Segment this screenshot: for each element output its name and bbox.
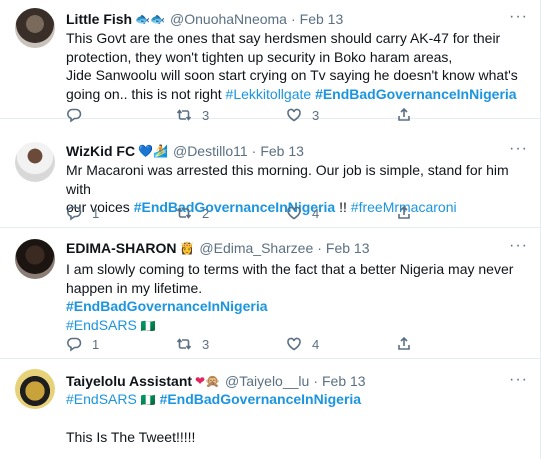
flag-emoji: 🇳🇬: [140, 393, 156, 407]
user-handle[interactable]: @Destillo11: [173, 142, 248, 160]
tweet-text-line: going on.. this is not right: [66, 85, 226, 102]
hashtag-link[interactable]: #EndBadGovernanceInNigeria: [66, 298, 268, 314]
tweet-header: EDIMA-SHARON 👸 @Edima_Sharzee · Feb 13: [66, 239, 370, 257]
hashtag-link[interactable]: #EndSARS: [66, 391, 137, 407]
user-handle[interactable]: @Edima_Sharzee: [199, 239, 313, 257]
tweet-text: This Govt are the ones that say herdsmen…: [66, 29, 526, 103]
tweet-4[interactable]: Taiyelolu Assistant ❤🙊 @Taiyelo__lu · Fe…: [0, 359, 541, 459]
flag-emoji: 🇳🇬: [140, 318, 156, 333]
tweet-text-line: This Govt are the ones that say herdsmen…: [66, 30, 501, 46]
retweet-icon: [176, 109, 192, 121]
share-icon: [398, 336, 410, 350]
name-emoji: 👸: [179, 241, 195, 255]
share-icon: [398, 107, 410, 121]
hashtag-link[interactable]: #EndSARS: [66, 317, 137, 333]
like-count: 4: [312, 205, 320, 221]
hashtag-link[interactable]: #EndBadGovernanceInNigeria: [160, 391, 362, 407]
user-handle[interactable]: @OnuohaNneoma: [170, 10, 287, 28]
tweet-actions: 3 3: [66, 106, 506, 124]
like-button[interactable]: 3: [286, 107, 396, 123]
more-horizontal-icon[interactable]: ···: [509, 372, 527, 389]
hashtag-link[interactable]: #EndBadGovernanceInNigeria: [315, 86, 517, 102]
tweet-date[interactable]: Feb 13: [300, 10, 344, 28]
more-horizontal-icon[interactable]: ···: [509, 9, 527, 26]
share-button[interactable]: [396, 107, 506, 123]
like-icon: [287, 337, 301, 351]
share-button[interactable]: [396, 336, 506, 352]
tweet-timeline: Little Fish 🐟🐟 @OnuohaNneoma · Feb 13 ··…: [0, 0, 541, 459]
retweet-count: 2: [202, 205, 210, 221]
retweet-icon: [176, 338, 192, 350]
reply-button[interactable]: 1: [66, 205, 176, 221]
tweet-text-line: protection, they won't tighten up securi…: [66, 48, 453, 65]
tweet-actions: 1 3 4: [66, 335, 506, 353]
retweet-button[interactable]: 3: [176, 336, 286, 352]
avatar[interactable]: [15, 8, 55, 48]
tweet-header: WizKid FC 💙🏄 @Destillo11 · Feb 13: [66, 142, 304, 160]
reply-icon: [67, 108, 82, 123]
tweet-text: #EndSARS 🇳🇬 #EndBadGovernanceInNigeria T…: [66, 390, 526, 446]
tweet-actions: 1 2 4: [66, 204, 506, 222]
tweet-header: Taiyelolu Assistant ❤🙊 @Taiyelo__lu · Fe…: [66, 372, 366, 390]
separator-dot: ·: [251, 143, 257, 159]
tweet-date[interactable]: Feb 13: [322, 372, 366, 390]
like-count: 3: [312, 107, 320, 123]
like-icon: [287, 206, 301, 220]
display-name[interactable]: WizKid FC: [66, 142, 135, 160]
avatar[interactable]: [15, 239, 55, 279]
reply-button[interactable]: [66, 107, 176, 123]
name-emoji: 💙🏄: [138, 144, 168, 158]
reply-count: 1: [92, 336, 100, 352]
user-handle[interactable]: @Taiyelo__lu: [225, 372, 309, 390]
tweet-date[interactable]: Feb 13: [260, 142, 304, 160]
share-button[interactable]: [396, 205, 506, 221]
tweet-text-line: Mr Macaroni was arrested this morning. O…: [66, 162, 509, 197]
reply-count: 1: [92, 205, 100, 221]
more-horizontal-icon[interactable]: ···: [509, 141, 527, 158]
retweet-button[interactable]: 2: [176, 205, 286, 221]
display-name[interactable]: EDIMA-SHARON: [66, 239, 176, 257]
like-button[interactable]: 4: [286, 336, 396, 352]
separator-dot: ·: [290, 11, 296, 27]
retweet-button[interactable]: 3: [176, 107, 286, 123]
like-button[interactable]: 4: [286, 205, 396, 221]
tweet-3[interactable]: EDIMA-SHARON 👸 @Edima_Sharzee · Feb 13 ·…: [0, 229, 541, 359]
retweet-count: 3: [202, 336, 210, 352]
share-icon: [398, 205, 410, 219]
separator-dot: ·: [313, 373, 318, 389]
display-name[interactable]: Little Fish: [66, 10, 132, 28]
hashtag-link[interactable]: #Lekkitollgate: [226, 86, 312, 102]
display-name[interactable]: Taiyelolu Assistant: [66, 372, 192, 390]
tweet-1[interactable]: Little Fish 🐟🐟 @OnuohaNneoma · Feb 13 ··…: [0, 0, 541, 123]
name-emoji: 🐟🐟: [135, 12, 166, 26]
reply-button[interactable]: 1: [66, 336, 176, 352]
more-horizontal-icon[interactable]: ···: [509, 238, 527, 255]
tweet-text: I am slowly coming to terms with the fac…: [66, 260, 526, 335]
avatar[interactable]: [15, 142, 55, 182]
tweet-text-line: I am slowly coming to terms with the fac…: [66, 261, 514, 277]
name-emoji: ❤🙊: [195, 374, 221, 388]
tweet-text-line: This Is The Tweet!!!!!: [66, 428, 196, 445]
like-icon: [287, 108, 301, 122]
separator-dot: ·: [317, 240, 322, 256]
reply-icon: [67, 206, 82, 221]
tweet-2[interactable]: WizKid FC 💙🏄 @Destillo11 · Feb 13 ··· Mr…: [0, 128, 541, 228]
tweet-text-line: happen in my lifetime.: [66, 279, 203, 296]
reply-icon: [67, 337, 82, 352]
tweet-header: Little Fish 🐟🐟 @OnuohaNneoma · Feb 13: [66, 10, 343, 28]
avatar[interactable]: [15, 369, 55, 409]
retweet-icon: [176, 207, 192, 219]
retweet-count: 3: [202, 107, 210, 123]
tweet-text-line: Jide Sanwoolu will soon start crying on …: [66, 67, 518, 83]
like-count: 4: [312, 336, 320, 352]
tweet-date[interactable]: Feb 13: [326, 239, 370, 257]
